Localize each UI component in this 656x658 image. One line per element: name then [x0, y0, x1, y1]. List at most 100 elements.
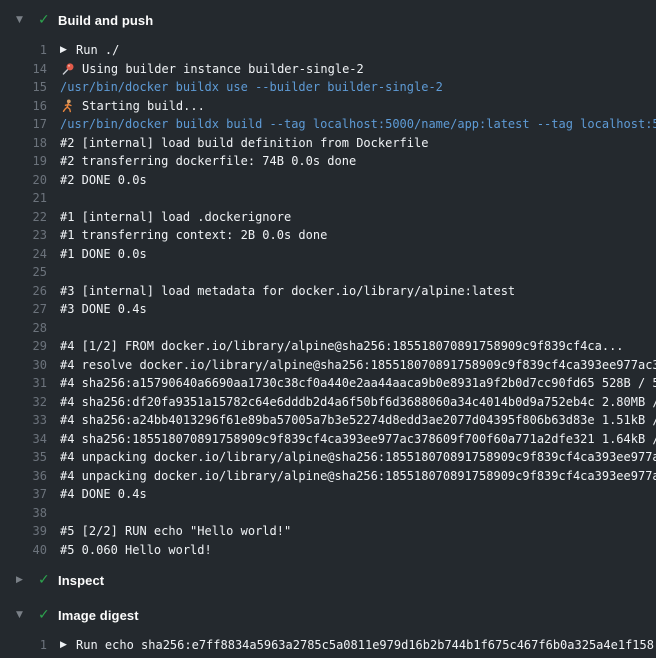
- log-line-text: #4 DONE 0.4s: [60, 487, 147, 501]
- log-line: 33#4 sha256:a24bb4013296f61e89ba57005a7b…: [0, 411, 656, 430]
- log-group-title: Image digest: [58, 608, 139, 623]
- log-text: #4 sha256:185518070891758909c9f839cf4ca3…: [60, 432, 656, 446]
- log-line: 26 #3 [internal] load metadata for docker…: [0, 282, 656, 301]
- line-number[interactable]: 36: [0, 469, 47, 483]
- log-line: 31 #4 sha256:a15790640a6690aa1730c38cf0a4…: [0, 374, 656, 393]
- line-number[interactable]: 21: [0, 191, 47, 205]
- log-line-text: /usr/bin/docker buildx build --tag local…: [60, 117, 656, 131]
- chevron-right-icon[interactable]: ▶: [16, 570, 29, 590]
- line-number[interactable]: 1: [0, 638, 47, 652]
- line-number[interactable]: 34: [0, 432, 47, 446]
- log-line-text: Starting build...: [82, 99, 205, 113]
- log-text: #1 DONE 0.0s: [60, 247, 656, 261]
- line-number[interactable]: 15: [0, 80, 47, 94]
- line-number[interactable]: 19: [0, 154, 47, 168]
- log-line-text: #4 unpacking docker.io/library/alpine@sh…: [60, 469, 656, 483]
- log-line: 20 #2 DONE 0.0s: [0, 171, 656, 190]
- log-group-header-inspect[interactable]: ▶✓Inspect: [0, 570, 656, 590]
- log-command-text: /usr/bin/docker buildx build --tag local…: [60, 117, 656, 131]
- line-number[interactable]: 14: [0, 62, 47, 76]
- log-text: ▶ Run ./: [60, 43, 656, 57]
- line-number[interactable]: 17: [0, 117, 47, 131]
- log-line: 14 Using builder instance builder-single-…: [0, 60, 656, 79]
- log-line: 29 #4 [1/2] FROM docker.io/library/alpine…: [0, 337, 656, 356]
- line-number[interactable]: 26: [0, 284, 47, 298]
- log-text: Using builder instance builder-single-2: [60, 62, 656, 76]
- line-number[interactable]: 32: [0, 395, 47, 409]
- line-number[interactable]: 35: [0, 450, 47, 464]
- log-text: #4 resolve docker.io/library/alpine@sha2…: [60, 358, 656, 372]
- line-number[interactable]: 37: [0, 487, 47, 501]
- play-icon[interactable]: ▶: [60, 45, 71, 55]
- log-line: 35 #4 unpacking docker.io/library/alpine@…: [0, 448, 656, 467]
- log-line-text: #2 transferring dockerfile: 74B 0.0s don…: [60, 154, 356, 168]
- log-text: #1 transferring context: 2B 0.0s done: [60, 228, 656, 242]
- log-line-text: #3 [internal] load metadata for docker.i…: [60, 284, 515, 298]
- log-text: #2 [internal] load build definition from…: [60, 136, 656, 150]
- log-line: 27 #3 DONE 0.4s: [0, 300, 656, 319]
- log-line: 39 #5 [2/2] RUN echo "Hello world!": [0, 522, 656, 541]
- log-line-text: #2 [internal] load build definition from…: [60, 136, 428, 150]
- line-number[interactable]: 23: [0, 228, 47, 242]
- log-group-header-build-and-push[interactable]: ▼✓Build and push: [0, 10, 656, 30]
- chevron-down-icon[interactable]: ▼: [16, 10, 29, 30]
- log-line: 18 #2 [internal] load build definition fr…: [0, 134, 656, 153]
- line-number[interactable]: 16: [0, 99, 47, 113]
- log-line: 40 #5 0.060 Hello world!: [0, 541, 656, 560]
- chevron-down-icon[interactable]: ▼: [16, 605, 29, 625]
- line-number[interactable]: 20: [0, 173, 47, 187]
- log-line-text: #3 DONE 0.4s: [60, 302, 147, 316]
- log-line: 17/usr/bin/docker buildx build --tag loc…: [0, 115, 656, 134]
- log-line-text: #5 0.060 Hello world!: [60, 543, 212, 557]
- log-line: 32#4 sha256:df20fa9351a15782c64e6dddb2d4…: [0, 393, 656, 412]
- log-line: 38: [0, 504, 656, 523]
- log-line: 37 #4 DONE 0.4s: [0, 485, 656, 504]
- line-number[interactable]: 18: [0, 136, 47, 150]
- play-icon[interactable]: ▶: [60, 640, 71, 650]
- log-line: 23 #1 transferring context: 2B 0.0s done: [0, 226, 656, 245]
- log-line-text: Run ./: [76, 43, 119, 57]
- line-number[interactable]: 31: [0, 376, 47, 390]
- log-text: #5 [2/2] RUN echo "Hello world!": [60, 524, 656, 538]
- line-number[interactable]: 28: [0, 321, 47, 335]
- line-number[interactable]: 39: [0, 524, 47, 538]
- log-text: #3 [internal] load metadata for docker.i…: [60, 284, 656, 298]
- line-number[interactable]: 29: [0, 339, 47, 353]
- log-text: ▶Run echo sha256:e7ff8834a5963a2785c5a08…: [60, 638, 656, 652]
- log-lines: 1 ▶Run echo sha256:e7ff8834a5963a2785c5a0…: [0, 636, 656, 658]
- log-line-text: /usr/bin/docker buildx use --builder bui…: [60, 80, 443, 94]
- pushpin-icon: [60, 62, 75, 76]
- log-line: 1 ▶Run echo sha256:e7ff8834a5963a2785c5a0…: [0, 636, 656, 655]
- log-text: #4 DONE 0.4s: [60, 487, 656, 501]
- log-line: 16 Starting build...: [0, 97, 656, 116]
- log-line: 4sha256:e7ff8834a5963a2785c5a0811e979d16…: [0, 655, 656, 658]
- line-number[interactable]: 33: [0, 413, 47, 427]
- line-number[interactable]: 25: [0, 265, 47, 279]
- log-text: #2 DONE 0.0s: [60, 173, 656, 187]
- log-line-text: #4 unpacking docker.io/library/alpine@sh…: [60, 450, 656, 464]
- line-number[interactable]: 30: [0, 358, 47, 372]
- log-text: #2 transferring dockerfile: 74B 0.0s don…: [60, 154, 656, 168]
- line-number[interactable]: 1: [0, 43, 47, 57]
- log-line-text: #4 sha256:a15790640a6690aa1730c38cf0a440…: [60, 376, 656, 390]
- log-line-text: #4 [1/2] FROM docker.io/library/alpine@s…: [60, 339, 624, 353]
- log-text: #4 sha256:a15790640a6690aa1730c38cf0a440…: [60, 376, 656, 390]
- check-icon: ✓: [38, 570, 53, 590]
- log-line-text: #1 DONE 0.0s: [60, 247, 147, 261]
- log-text: #4 [1/2] FROM docker.io/library/alpine@s…: [60, 339, 656, 353]
- log-line: 15/usr/bin/docker buildx use --builder b…: [0, 78, 656, 97]
- log-lines: 1 ▶ Run ./ 14 Using builder instance builder…: [0, 41, 656, 559]
- line-number[interactable]: 22: [0, 210, 47, 224]
- log-line: 25: [0, 263, 656, 282]
- line-number[interactable]: 24: [0, 247, 47, 261]
- log-group-header-image-digest[interactable]: ▼✓Image digest: [0, 605, 656, 625]
- log-line: 22#1 [internal] load .dockerignore: [0, 208, 656, 227]
- log-text: #3 DONE 0.4s: [60, 302, 656, 316]
- line-number[interactable]: 38: [0, 506, 47, 520]
- actions-log-viewer: ▼✓Build and push 1 ▶ Run ./ 14 Using builder …: [0, 0, 656, 658]
- log-line-text: Using builder instance builder-single-2: [82, 62, 364, 76]
- line-number[interactable]: 27: [0, 302, 47, 316]
- line-number[interactable]: 40: [0, 543, 47, 557]
- log-line: 1 ▶ Run ./: [0, 41, 656, 60]
- log-line-text: #4 sha256:185518070891758909c9f839cf4ca3…: [60, 432, 656, 446]
